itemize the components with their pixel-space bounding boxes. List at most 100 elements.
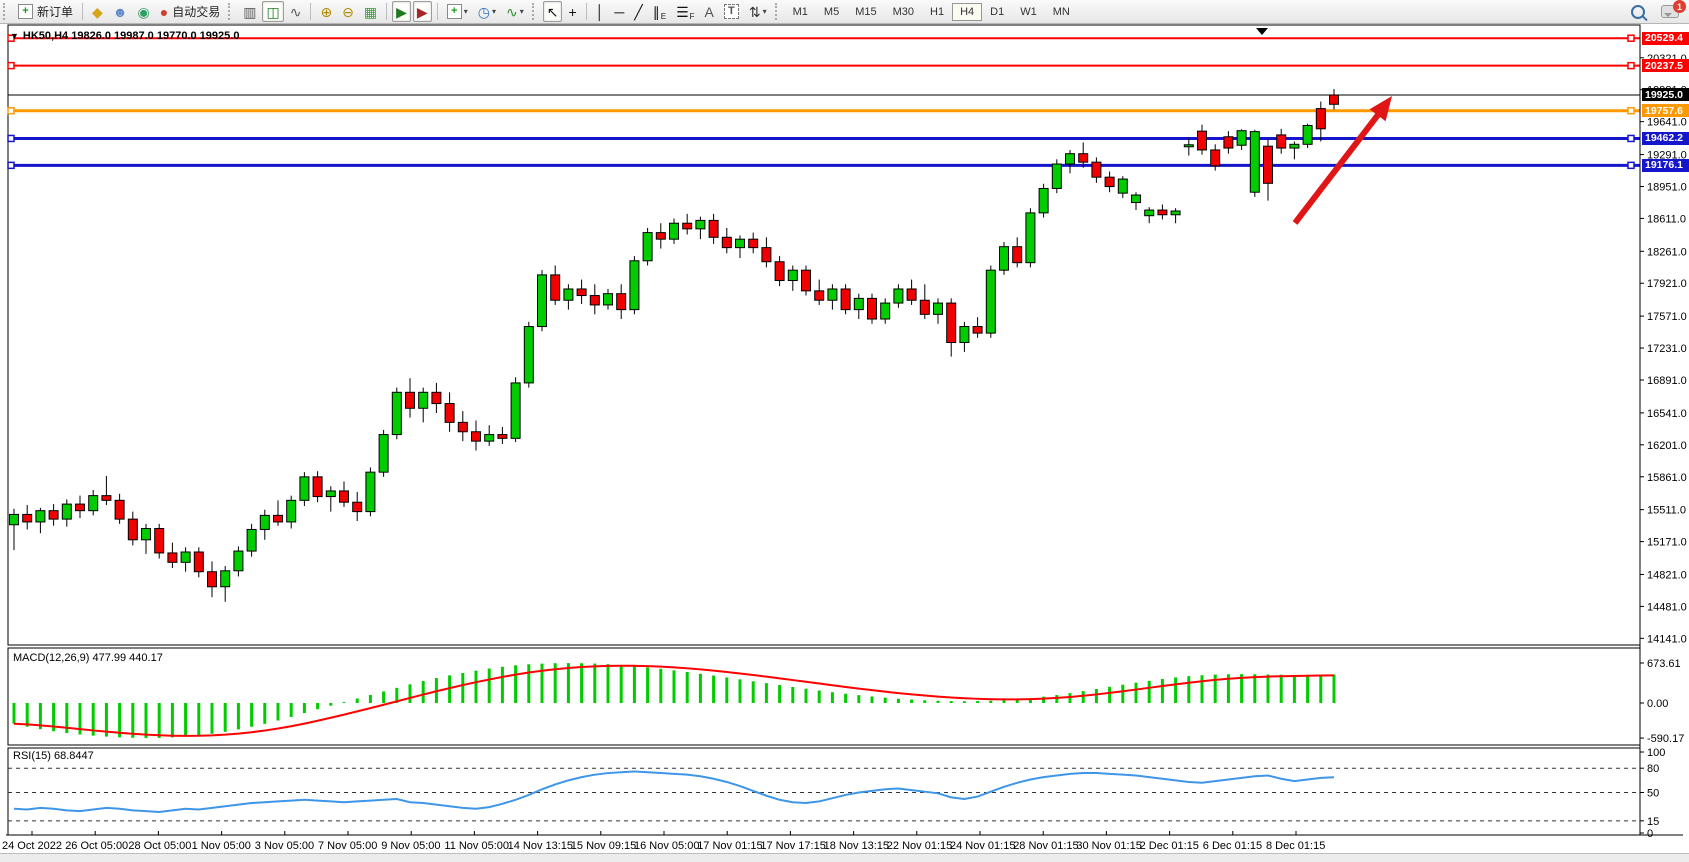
price-tick-label: 19981.0 [1647, 85, 1687, 97]
new-chart-button[interactable]: +▾ [443, 1, 472, 22]
toolbar-grip[interactable] [228, 3, 234, 20]
trendline-icon: ╱ [634, 5, 642, 19]
rsi-tick-label: 15 [1647, 816, 1659, 828]
hline-handle[interactable] [8, 63, 14, 69]
time-tick-label: 16 Nov 05:00 [634, 840, 699, 852]
time-tick-label: 24 Nov 01:15 [950, 840, 1015, 852]
hline-handle[interactable] [8, 108, 14, 114]
timeframe-m5[interactable]: M5 [816, 3, 847, 21]
chart-shift-icon: ▶ [417, 5, 428, 19]
hline-handle[interactable] [8, 35, 14, 41]
fibonacci-icon: ☰ [676, 5, 689, 19]
horizontal-line-button[interactable]: ─ [610, 1, 628, 22]
rsi-panel[interactable] [8, 748, 1640, 835]
navigator-button[interactable]: ☻ [109, 1, 132, 22]
hline-handle[interactable] [1628, 135, 1634, 141]
arrows-button[interactable]: ⇅▾ [745, 1, 771, 22]
macd-panel[interactable] [8, 648, 1640, 745]
line-chart-icon: ∿ [290, 5, 302, 19]
timeframe-w1[interactable]: W1 [1012, 3, 1045, 21]
price-axis[interactable] [1640, 25, 1689, 835]
timeframe-d1[interactable]: D1 [982, 3, 1012, 21]
fibonacci-icon-sub: F [690, 12, 695, 21]
bar-chart-button[interactable]: ▥ [239, 1, 260, 22]
search-icon[interactable] [1631, 5, 1645, 19]
timeframe-m15[interactable]: M15 [847, 3, 884, 21]
macd-tick-label: 0.00 [1647, 698, 1668, 710]
price-tick-label: 18951.0 [1647, 181, 1687, 193]
chat-icon[interactable]: 1 [1661, 5, 1679, 18]
horizontal-line-icon: ─ [614, 5, 624, 19]
crosshair-icon: + [568, 5, 576, 19]
hline-handle[interactable] [8, 162, 14, 168]
hline-handle[interactable] [8, 135, 14, 141]
crosshair-button[interactable]: + [564, 1, 580, 22]
new-order-button[interactable]: +新订单 [14, 1, 77, 22]
time-tick-label: 14 Nov 13:15 [508, 840, 573, 852]
time-tick-label: 28 Nov 01:15 [1013, 840, 1078, 852]
timeframe-m1[interactable]: M1 [785, 3, 816, 21]
zoom-in-button[interactable]: ⊕ [316, 1, 336, 22]
timeframe-m30[interactable]: M30 [885, 3, 922, 21]
indicators-icon: ∿ [506, 5, 518, 19]
time-tick-label: 1 Nov 05:00 [192, 840, 251, 852]
timeframe-h4[interactable]: H4 [952, 3, 982, 21]
toolbar-grip[interactable] [775, 3, 781, 20]
dropdown-caret-icon: ▾ [464, 7, 468, 16]
price-tick-label: 18611.0 [1647, 213, 1686, 225]
toolbar-separator [386, 3, 387, 20]
macd-tick-label: 673.61 [1647, 658, 1681, 670]
price-tick-label: 19641.0 [1647, 117, 1687, 129]
price-tick-label: 16541.0 [1647, 408, 1687, 420]
cursor-icon: ↖ [547, 5, 559, 19]
time-tick-label: 17 Nov 17:15 [760, 840, 825, 852]
hline-handle[interactable] [1628, 162, 1634, 168]
price-tick-label: 15861.0 [1647, 472, 1687, 484]
chart-canvas[interactable]: 20321.019981.019641.019291.018951.018611… [0, 0, 1689, 861]
time-tick-label: 18 Nov 13:15 [824, 840, 889, 852]
chart-shift-button[interactable]: ▶ [413, 1, 432, 22]
time-tick-label: 28 Oct 05:00 [128, 840, 191, 852]
market-watch-button[interactable]: ◆ [88, 1, 107, 22]
signals-icon: ◉ [138, 5, 150, 19]
timeframe-h1[interactable]: H1 [922, 3, 952, 21]
text-label-button[interactable]: T [720, 1, 743, 22]
profiles-button[interactable]: ◷▾ [474, 1, 500, 22]
time-tick-label: 30 Nov 01:15 [1076, 840, 1141, 852]
fibonacci-button[interactable]: ☰F [672, 1, 698, 22]
text-icon: A [705, 5, 714, 19]
channel-icon: ∥ [653, 5, 660, 19]
zoom-out-icon: ⊖ [342, 5, 354, 19]
price-tick-label: 17231.0 [1647, 343, 1687, 355]
line-chart-button[interactable]: ∿ [286, 1, 306, 22]
rsi-tick-label: 50 [1647, 788, 1659, 800]
candlestick-chart-button[interactable]: ◫ [262, 1, 283, 22]
tile-windows-button[interactable]: ▦ [360, 1, 381, 22]
price-tick-label: 20321.0 [1647, 53, 1687, 65]
new-order-button-label: 新订单 [37, 3, 73, 20]
toolbar-grip[interactable] [532, 3, 538, 20]
autotrading-button[interactable]: ●自动交易 [156, 1, 224, 22]
new-chart-icon: + [447, 4, 462, 19]
rsi-tick-label: 80 [1647, 763, 1659, 775]
main-panel[interactable] [8, 25, 1640, 645]
equidistant-channel-button[interactable]: ∥E [649, 1, 670, 22]
time-tick-label: 7 Nov 05:00 [318, 840, 377, 852]
rsi-tick-label: 100 [1647, 747, 1665, 759]
signals-button[interactable]: ◉ [134, 1, 154, 22]
main-toolbar: +新订单◆☻◉●自动交易▥◫∿⊕⊖▦▶▶+▾◷▾∿▾↖+│─╱∥E☰FAT⇅▾M… [0, 0, 1689, 24]
time-tick-label: 17 Nov 01:15 [697, 840, 762, 852]
toolbar-grip[interactable] [3, 3, 9, 20]
hline-handle[interactable] [1628, 108, 1634, 114]
timeframe-mn[interactable]: MN [1045, 3, 1078, 21]
vertical-line-button[interactable]: │ [592, 1, 609, 22]
hline-handle[interactable] [1628, 63, 1634, 69]
indicators-button[interactable]: ∿▾ [502, 1, 528, 22]
zoom-out-button[interactable]: ⊖ [338, 1, 358, 22]
hline-handle[interactable] [1628, 35, 1634, 41]
text-label-icon: T [724, 4, 739, 19]
auto-scroll-button[interactable]: ▶ [392, 1, 411, 22]
cursor-button[interactable]: ↖ [543, 1, 563, 22]
trendline-button[interactable]: ╱ [630, 1, 646, 22]
text-button[interactable]: A [701, 1, 718, 22]
